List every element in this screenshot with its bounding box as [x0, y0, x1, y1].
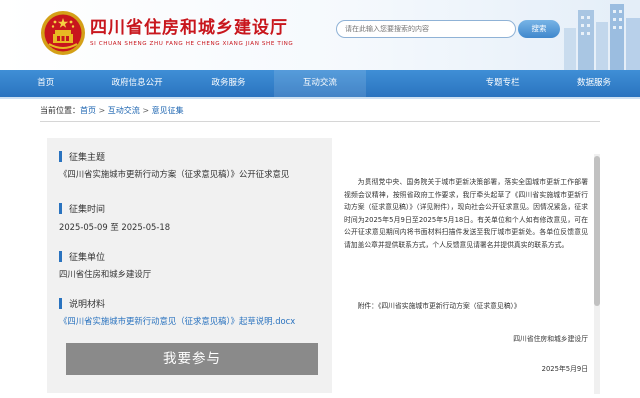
- site-title: 四川省住房和城乡建设厅: [90, 18, 288, 38]
- search-input[interactable]: [336, 20, 516, 38]
- nav-item-blank[interactable]: [366, 70, 457, 97]
- breadcrumb-separator: >: [98, 106, 106, 115]
- period-heading: 征集时间: [59, 202, 105, 215]
- nav-item-interaction[interactable]: 互动交流: [274, 70, 366, 97]
- search-button[interactable]: 搜索: [518, 20, 560, 38]
- section-marker: [59, 298, 62, 309]
- national-emblem-icon: [41, 11, 85, 55]
- breadcrumb-current-link[interactable]: 意见征集: [152, 106, 184, 115]
- breadcrumb-home-link[interactable]: 首页: [80, 106, 96, 115]
- nav-item-gov-info[interactable]: 政府信息公开: [91, 70, 182, 97]
- participate-button[interactable]: 我要参与: [66, 343, 318, 375]
- notice-signature: 四川省住房和城乡建设厅: [513, 335, 588, 343]
- period-value: 2025-05-09 至 2025-05-18: [59, 222, 171, 232]
- nav-item-data[interactable]: 数据服务: [548, 70, 639, 97]
- topic-value: 《四川省实施城市更新行动方案（征求意见稿）》公开征求意见: [59, 169, 290, 179]
- nav-item-services[interactable]: 政务服务: [183, 70, 274, 97]
- section-marker: [59, 151, 62, 162]
- breadcrumb-separator: >: [142, 106, 150, 115]
- nav-item-topics[interactable]: 专题专栏: [457, 70, 548, 97]
- org-value: 四川省住房和城乡建设厅: [59, 269, 152, 279]
- nav-item-home[interactable]: 首页: [0, 70, 91, 97]
- consultation-info-panel: 征集主题 《四川省实施城市更新行动方案（征求意见稿）》公开征求意见 征集时间 2…: [47, 138, 332, 393]
- site-header: 四川省住房和城乡建设厅 SI CHUAN SHENG ZHU FANG HE C…: [0, 0, 640, 70]
- breadcrumb-label: 当前位置：: [40, 106, 80, 115]
- scrollbar-thumb[interactable]: [594, 156, 600, 306]
- breadcrumb-divider: [40, 121, 600, 122]
- site-subtitle: SI CHUAN SHENG ZHU FANG HE CHENG XIANG J…: [90, 41, 294, 47]
- city-skyline-decoration: [564, 4, 640, 70]
- section-marker: [59, 203, 62, 214]
- topic-heading: 征集主题: [59, 150, 105, 163]
- notice-panel: 为贯彻党中央、国务院关于城市更新决策部署，落实全国城市更新工作部署视频会议精神，…: [338, 138, 600, 398]
- notice-date: 2025年5月9日: [541, 365, 588, 373]
- nav-divider: [0, 97, 640, 99]
- material-heading: 说明材料: [59, 297, 105, 310]
- breadcrumb-interaction-link[interactable]: 互动交流: [108, 106, 140, 115]
- section-marker: [59, 251, 62, 262]
- page: 四川省住房和城乡建设厅 SI CHUAN SHENG ZHU FANG HE C…: [0, 0, 640, 398]
- attachment-line[interactable]: 附件：《四川省实施城市更新行动方案（征求意见稿）》: [344, 300, 588, 310]
- org-heading: 征集单位: [59, 250, 105, 263]
- breadcrumb: 当前位置：首页 > 互动交流 > 意见征集: [40, 105, 600, 120]
- notice-body: 为贯彻党中央、国务院关于城市更新决策部署，落实全国城市更新工作部署视频会议精神，…: [344, 178, 588, 249]
- main-nav: 首页 政府信息公开 政务服务 互动交流 专题专栏 数据服务: [0, 70, 640, 97]
- material-download-link[interactable]: 《四川省实施城市更新行动意见（征求意见稿）》起草说明.docx: [59, 315, 295, 327]
